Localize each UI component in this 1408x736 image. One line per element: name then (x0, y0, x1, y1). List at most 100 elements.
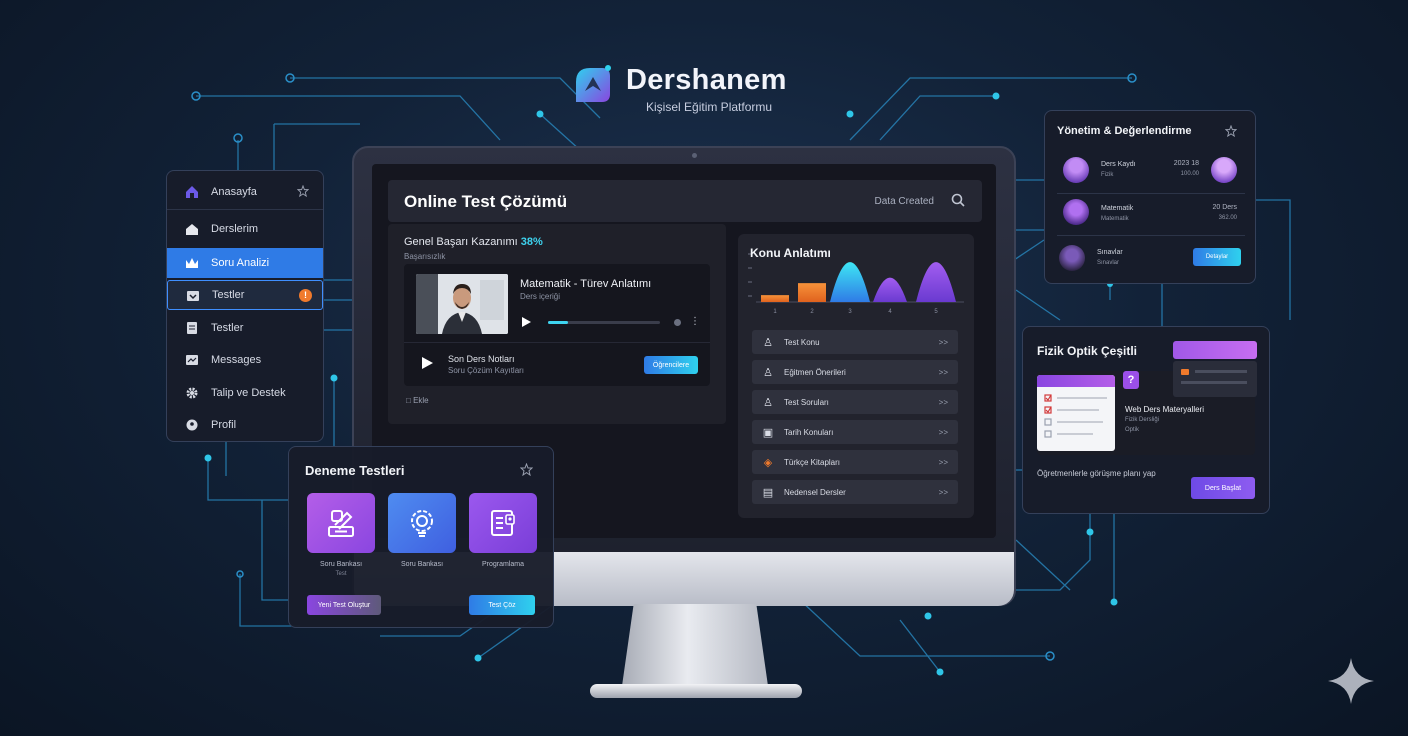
monitor-stand (622, 604, 768, 686)
sidebar-item-8[interactable]: Profil (167, 410, 323, 440)
chart-bar-2 (798, 283, 826, 302)
search-icon[interactable] (950, 192, 966, 208)
webcam-dot (692, 153, 697, 158)
row-name: Sınavlar (1097, 249, 1123, 256)
car-icon: ▤ (762, 486, 774, 499)
course-progress-card: Genel Başarı Kazanımı 38% Başarısızlık M… (388, 224, 726, 424)
search-label[interactable]: Data Created (875, 196, 934, 207)
sidebar-item-label: Anasayfa (211, 186, 257, 198)
tile-label: Soru Bankası (319, 561, 363, 568)
practice-tests-panel: Deneme Testleri Soru Bankası Test Soru B… (288, 446, 554, 628)
checklist-icon (491, 510, 515, 536)
tile-sub: Test (335, 571, 347, 577)
brand-tagline: Kişisel Eğitim Platformu (646, 100, 773, 114)
topic-list-label: Nedensel Dersler (784, 487, 846, 497)
sidebar-item-label: Testler (212, 289, 245, 301)
progress-label: Genel Başarı Kazanımı 38% (404, 236, 543, 248)
row-sub: Matematik (1101, 216, 1129, 222)
house-icon (185, 222, 199, 236)
progress-subtitle: Başarısızlık (404, 252, 446, 261)
video-progress-bar[interactable] (548, 321, 660, 324)
book-icon: ▣ (762, 426, 774, 439)
topic-list-item[interactable]: ◈ Türkçe Kitapları >> (752, 450, 958, 474)
topic-list-item[interactable]: ▤ Nedensel Dersler >> (752, 480, 958, 504)
topic-list-label: Türkçe Kitapları (784, 457, 841, 467)
page-title: Online Test Çözümü (404, 192, 568, 211)
play-next-icon[interactable] (420, 356, 434, 370)
sidebar-item-3[interactable]: Soru Analizi (167, 248, 323, 278)
sidebar-item-label: Talip ve Destek (211, 387, 286, 399)
start-lesson-button[interactable]: Ders Başlat (1191, 477, 1255, 499)
play-icon[interactable] (520, 316, 532, 328)
document-icon (185, 321, 199, 335)
tile-question-bank[interactable] (307, 493, 375, 553)
sidebar-item-label: Profil (211, 419, 237, 431)
topic-list-item[interactable]: ♙ Eğitmen Önerileri >> (752, 360, 958, 384)
sidebar-item-2[interactable]: Derslerim (167, 214, 323, 244)
tile-programming[interactable] (469, 493, 537, 553)
topic-list-item[interactable]: ▣ Tarih Konuları >> (752, 420, 958, 444)
sidebar: Anasayfa Derslerim Soru Analizi Testler! Tes… (166, 170, 324, 442)
star-icon[interactable] (296, 184, 310, 202)
message-icon (185, 353, 199, 367)
chart-bar-4 (873, 277, 907, 302)
add-link[interactable]: □ Ekle (406, 396, 429, 405)
checklist-icon (1044, 394, 1107, 438)
star-icon[interactable] (1225, 125, 1237, 137)
profile-icon (185, 418, 199, 432)
tile-question-bank-2[interactable] (388, 493, 456, 553)
physics-title: Fizik Optik Çeşitli (1037, 344, 1138, 358)
topic-list-item[interactable]: ♙ Test Konu >> (752, 330, 958, 354)
row-value-2: 362.00 (1218, 215, 1237, 221)
x-tick-label: 1 (773, 309, 777, 315)
video-thumbnail[interactable] (416, 274, 508, 334)
students-button[interactable]: Öğrencilere (644, 356, 698, 374)
divider (1057, 193, 1245, 194)
sparkle-icon (1328, 658, 1374, 704)
person-icon: ♙ (763, 366, 773, 379)
home-icon (185, 185, 199, 199)
details-button[interactable]: Detaylar (1193, 248, 1241, 266)
add-link-label: Ekle (413, 396, 429, 405)
quiz-sheet[interactable] (1037, 375, 1115, 451)
tile-label: Soru Bankası (400, 561, 444, 568)
sidebar-item-5[interactable]: Testler (167, 313, 323, 343)
video-progress-fill (548, 321, 569, 324)
sidebar-item-6[interactable]: Messages (167, 345, 323, 375)
sidebar-item-4[interactable]: Testler! (167, 280, 323, 310)
doc-line (1181, 381, 1247, 384)
crown-icon (185, 256, 199, 270)
more-options-icon[interactable]: ⋮ (690, 316, 700, 327)
chart-bar-3 (830, 262, 870, 302)
new-test-button[interactable]: Yeni Test Oluştur (307, 595, 381, 615)
chevron-right-icon: >> (938, 427, 948, 437)
tile-label: Programlama (481, 561, 524, 568)
chevron-right-icon: >> (938, 457, 948, 467)
topic-list-label: Eğitmen Önerileri (784, 367, 846, 377)
chevron-right-icon: >> (938, 487, 948, 497)
lightbulb-gear-icon (411, 510, 433, 537)
row-name: Matematik (1101, 205, 1134, 212)
topic-list-item[interactable]: ♙ Test Soruları >> (752, 390, 958, 414)
volume-icon[interactable] (674, 319, 681, 326)
row-sub: Sınavlar (1097, 260, 1120, 266)
sidebar-item-7[interactable]: Talip ve Destek (167, 378, 323, 408)
star-icon[interactable] (520, 463, 533, 476)
physics-document (1173, 361, 1257, 397)
physics-header-bar (1173, 341, 1257, 359)
sidebar-item-label: Messages (211, 354, 262, 366)
divider (1057, 235, 1245, 236)
video-subtitle: Ders içeriği (520, 292, 561, 301)
avatar (1211, 157, 1237, 183)
widget-subtitle-2: Optik (1125, 427, 1140, 433)
notification-badge: ! (299, 288, 312, 302)
sidebar-item-label: Soru Analizi (211, 257, 270, 269)
question-icon[interactable]: ? (1123, 371, 1139, 389)
video-title: Matematik - Türev Anlatımı (520, 278, 652, 290)
divider (404, 342, 710, 343)
monitor-base (590, 684, 802, 698)
box-icon (186, 288, 200, 302)
solve-test-button[interactable]: Test Çöz (469, 595, 535, 615)
video-player: Matematik - Türev Anlatımı Ders içeriği … (404, 264, 710, 386)
chevron-right-icon: >> (938, 337, 948, 347)
